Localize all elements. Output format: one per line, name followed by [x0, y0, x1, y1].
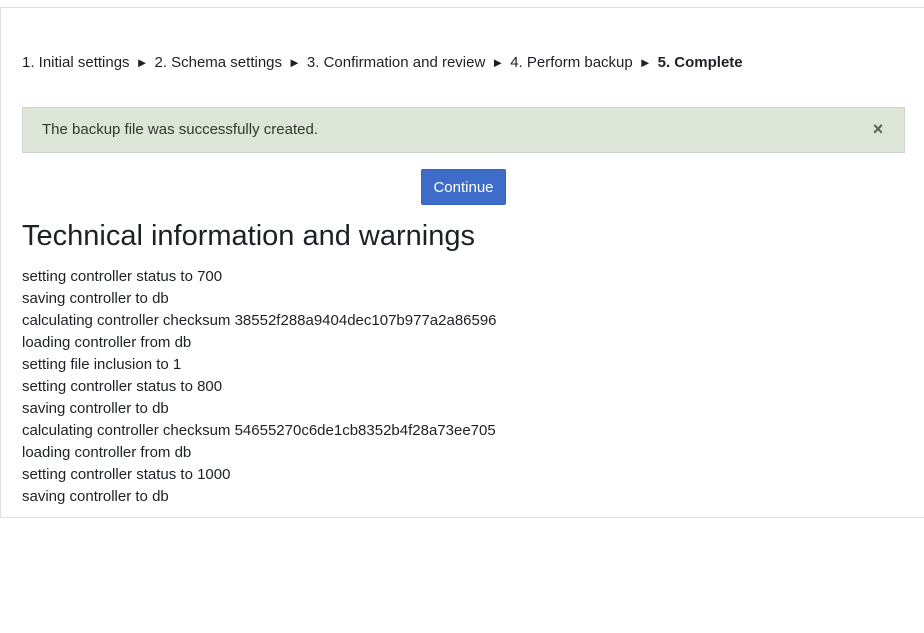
log-line: calculating controller checksum 38552f28…	[22, 312, 497, 329]
log-list: setting controller status to 700 saving …	[22, 266, 497, 508]
success-alert-message: The backup file was successfully created…	[42, 121, 318, 138]
log-line: loading controller from db	[22, 334, 192, 351]
progress-step-schema-settings: 2. Schema settings	[154, 54, 283, 71]
continue-button[interactable]: Continue	[421, 169, 506, 205]
close-icon[interactable]: ×	[870, 119, 886, 139]
main-card: 1. Initial settings ► 2. Schema settings ► 3…	[0, 7, 924, 518]
progress-step-complete: 5. Complete	[657, 54, 743, 71]
log-line: saving controller to db	[22, 488, 169, 505]
log-line: loading controller from db	[22, 444, 192, 461]
progress-separator-icon: ►	[288, 55, 301, 70]
section-title: Technical information and warnings	[22, 220, 475, 252]
progress-step-confirmation-review: 3. Confirmation and review	[306, 54, 486, 71]
log-line: saving controller to db	[22, 400, 169, 417]
progress-separator-icon: ►	[491, 55, 505, 70]
log-line: setting controller status to 800	[22, 378, 223, 395]
progress-step-initial-settings: 1. Initial settings	[22, 54, 130, 71]
progress-step-perform-backup: 4. Perform backup	[510, 54, 633, 71]
log-line: calculating controller checksum 54655270…	[22, 422, 496, 439]
success-alert: The backup file was successfully created…	[22, 107, 905, 153]
backup-progress-breadcrumb: 1. Initial settings ► 2. Schema settings ► 3…	[22, 54, 743, 71]
log-line: setting file inclusion to 1	[22, 356, 182, 373]
log-line: setting controller status to 700	[22, 268, 223, 285]
progress-separator-icon: ►	[135, 55, 149, 70]
progress-separator-icon: ►	[638, 55, 652, 70]
log-line: saving controller to db	[22, 290, 169, 307]
log-line: setting controller status to 1000	[22, 466, 231, 483]
